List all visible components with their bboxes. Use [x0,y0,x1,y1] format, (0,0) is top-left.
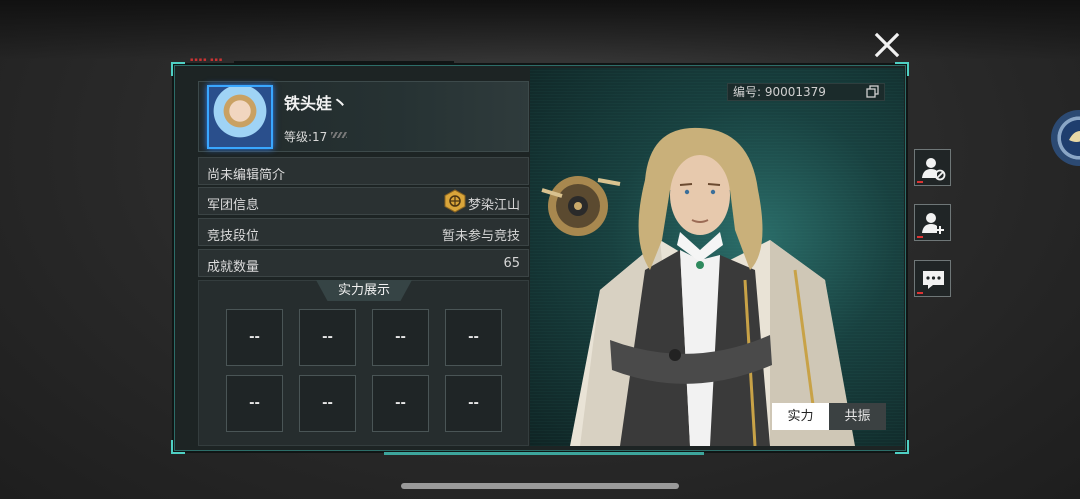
player-name: 铁头娃丶 [284,94,349,113]
showcase-slot[interactable]: -- [299,309,356,366]
showcase-slot[interactable]: -- [445,375,502,432]
achievement-row: 成就数量 65 [198,249,529,277]
home-indicator[interactable] [401,483,679,489]
rank-value: 暂未参与竞技 [441,229,520,244]
showcase-slot[interactable]: -- [372,375,429,432]
bird-icon [1069,131,1080,142]
close-icon[interactable] [873,31,901,59]
showcase-slot[interactable]: -- [226,375,283,432]
showcase-slot[interactable]: -- [372,309,429,366]
chat-button[interactable] [914,260,951,297]
player-level: 等级:17 [284,130,328,144]
avatar[interactable] [207,85,273,149]
tab-resonance[interactable]: 共振 [829,403,886,430]
showcase-slot[interactable]: -- [226,309,283,366]
add-friend-button[interactable] [914,204,951,241]
showcase-slot[interactable]: -- [299,375,356,432]
rank-row: 竞技段位 暂未参与竞技 [198,218,529,246]
drone-companion [541,176,621,236]
guild-badge-icon [444,189,466,213]
rank-label: 竞技段位 [207,229,260,244]
guild-label: 军团信息 [207,198,260,213]
level-decoration [331,132,347,138]
showcase-title: 实力展示 [316,280,412,301]
guild-row[interactable]: 军团信息 梦染江山 [198,187,529,215]
bio-row[interactable]: 尚未编辑简介 [198,157,529,185]
copy-icon[interactable] [866,85,880,99]
hero-character-portrait [541,127,855,446]
tab-power[interactable]: 实力 [772,403,829,430]
showcase-slot[interactable]: -- [445,309,502,366]
block-user-button[interactable] [914,149,951,186]
achievement-label: 成就数量 [207,260,260,275]
top-shade [0,0,1080,60]
bio-text: 尚未编辑简介 [207,168,286,183]
guild-name: 梦染江山 [467,198,520,213]
floating-assistant-button[interactable] [1051,110,1080,166]
achievement-count: 65 [503,256,520,271]
player-id: 编号: 90001379 [727,83,885,101]
